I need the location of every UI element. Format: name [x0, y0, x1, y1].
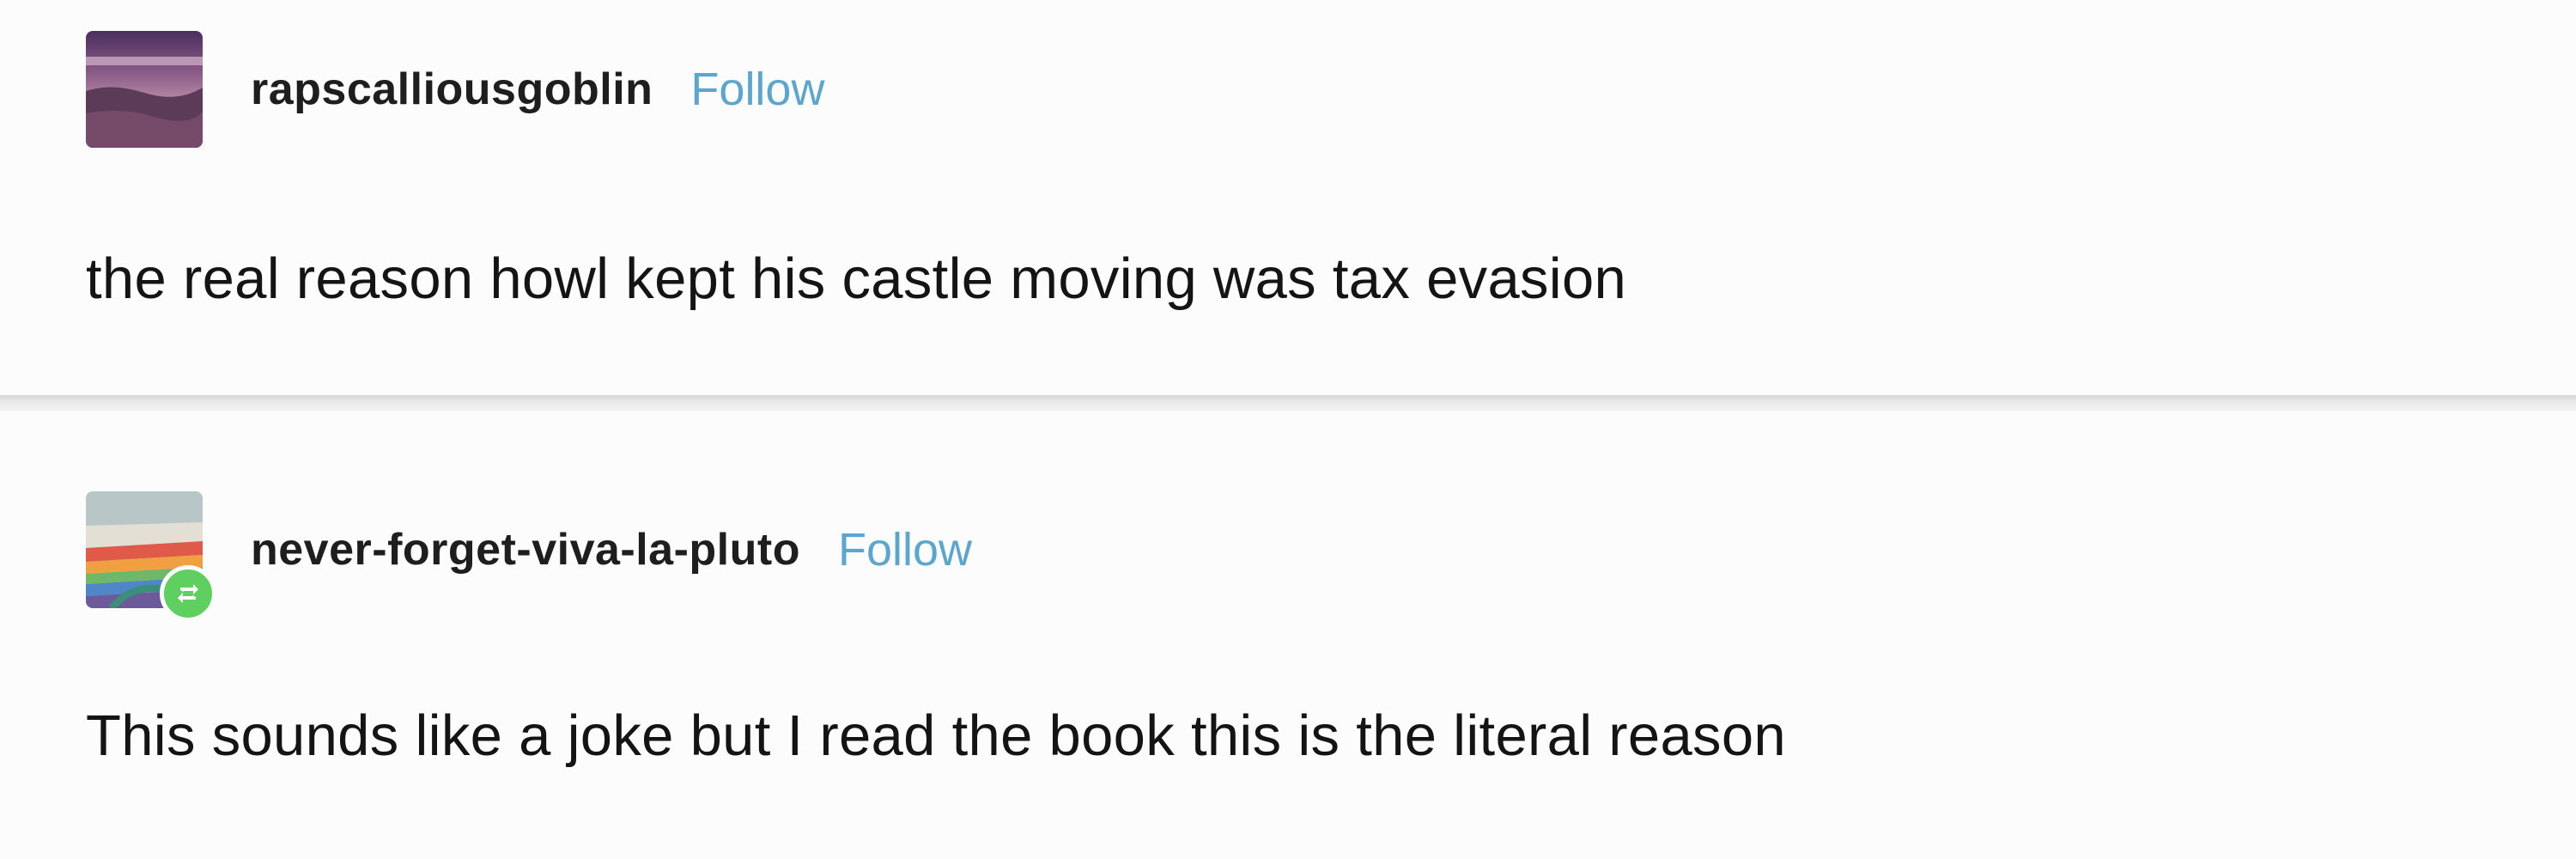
follow-button[interactable]: Follow — [838, 523, 972, 576]
username[interactable]: rapscalliousgoblin — [251, 64, 653, 115]
post-body: the real reason howl kept his castle mov… — [86, 247, 1627, 311]
post-header: never-forget-viva-la-pluto Follow — [86, 491, 972, 622]
post-reblog: never-forget-viva-la-pluto Follow This s… — [0, 411, 2576, 859]
landscape-avatar-icon — [86, 31, 203, 148]
avatar[interactable] — [86, 491, 216, 622]
username[interactable]: never-forget-viva-la-pluto — [251, 524, 800, 576]
post-header: rapscalliousgoblin Follow — [86, 31, 824, 148]
divider — [0, 395, 2576, 411]
avatar[interactable] — [86, 31, 203, 148]
dashboard-thread: rapscalliousgoblin Follow the real reaso… — [0, 0, 2576, 859]
reblog-icon — [160, 565, 216, 622]
post-original: rapscalliousgoblin Follow the real reaso… — [0, 0, 2576, 395]
post-body: This sounds like a joke but I read the b… — [86, 704, 1786, 768]
follow-button[interactable]: Follow — [690, 63, 824, 116]
